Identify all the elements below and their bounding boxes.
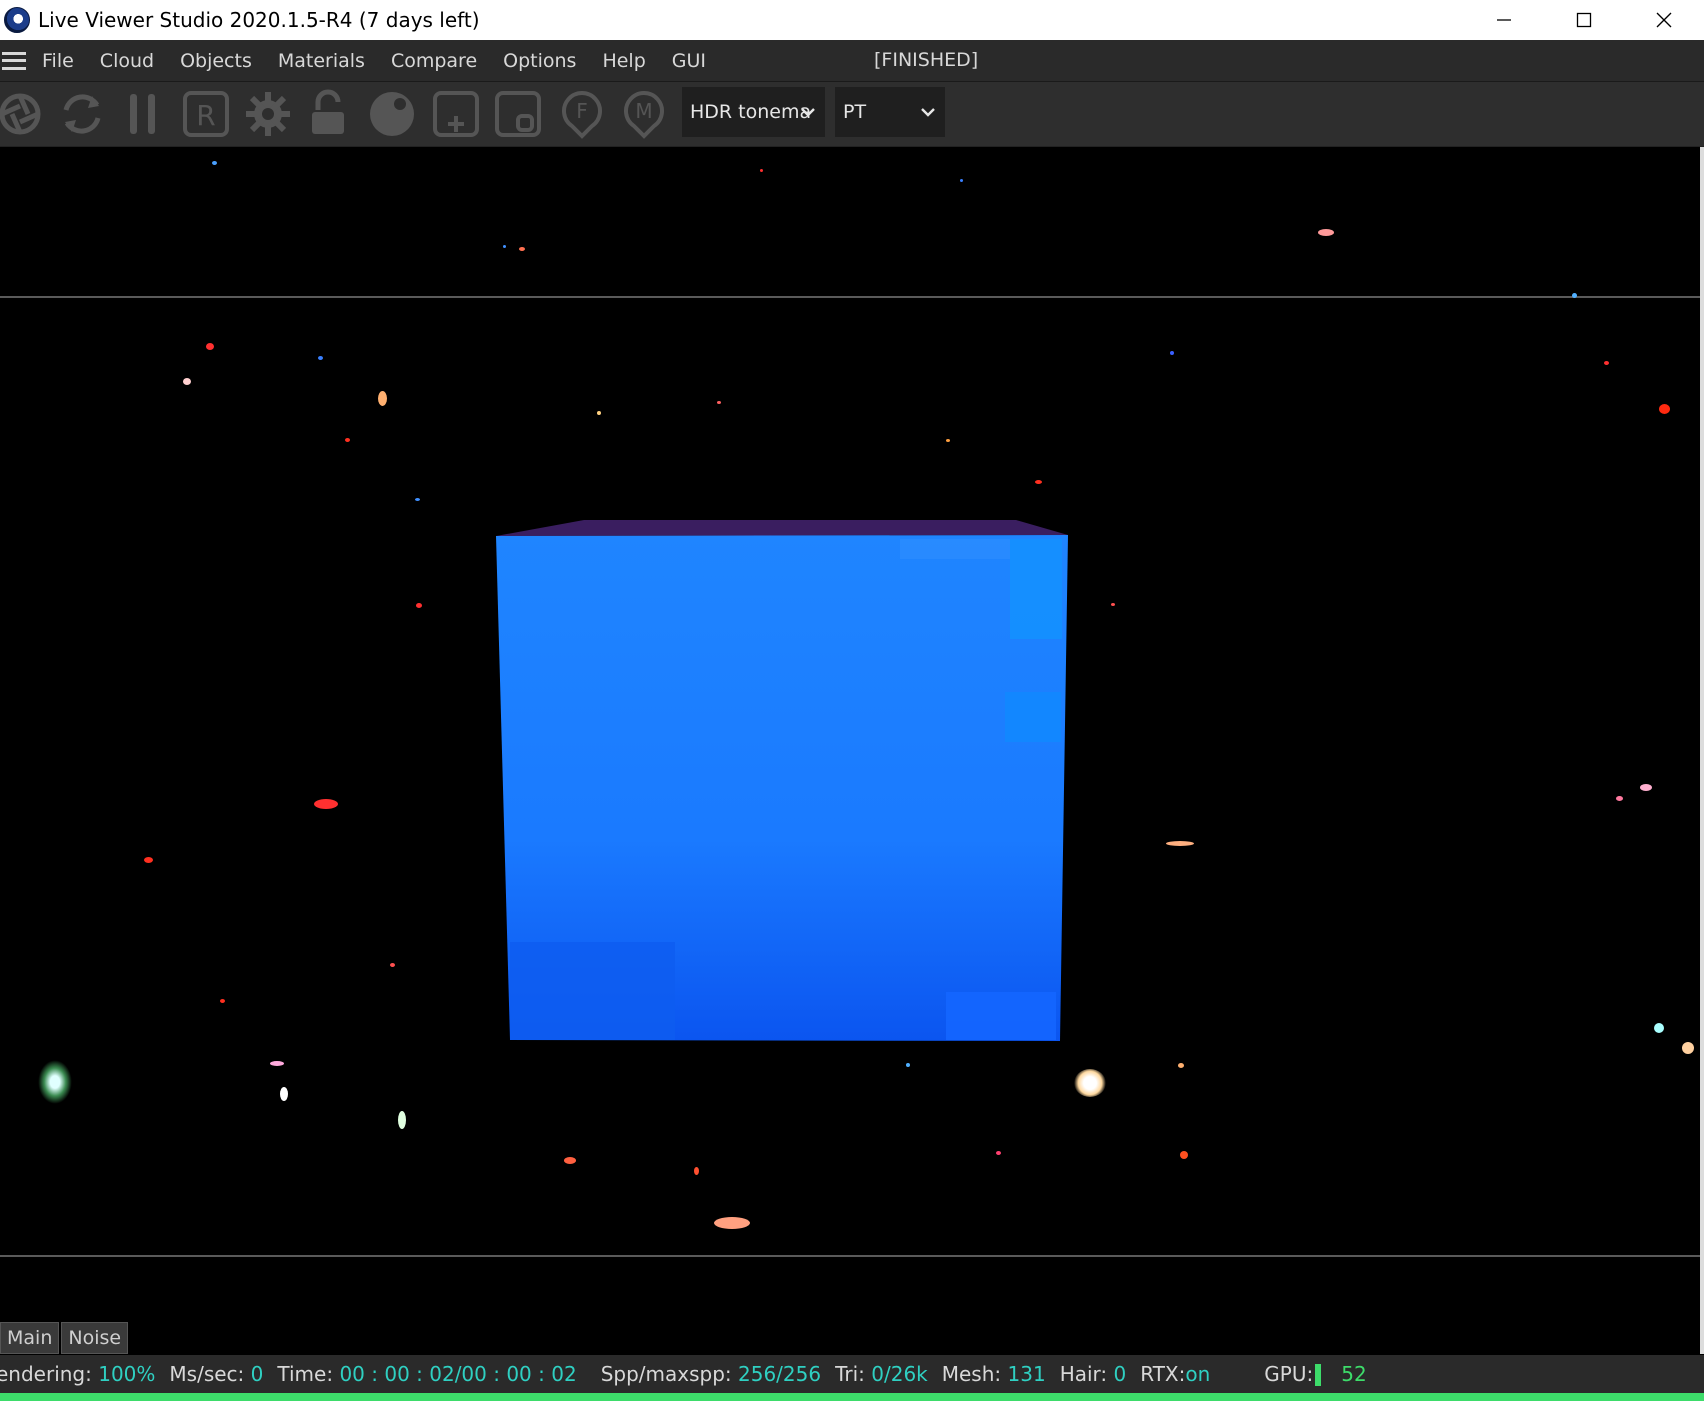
toolbar: R F M HDR tonema PT [0,82,1704,147]
f-pin-icon: F [562,91,602,139]
progress-strip [0,1393,1704,1401]
tonemap-select-value: HDR tonema [690,101,812,123]
object-box-button[interactable] [492,88,544,140]
chevron-down-icon [921,108,935,117]
rendered-cube [496,520,1068,1041]
status-gpu: GPU: 52 [1264,1361,1367,1387]
status-rendering: endering: 100% [0,1362,156,1386]
menu-cloud[interactable]: Cloud [100,50,154,72]
viewport-scrollbar[interactable] [1700,147,1704,1354]
region-render-button[interactable]: R [180,88,232,140]
kernel-select[interactable]: PT [835,87,945,137]
menu-compare[interactable]: Compare [391,50,477,72]
gpu-usage-bar [1315,1364,1322,1387]
close-button[interactable] [1624,0,1704,40]
svg-text:M: M [635,99,652,123]
status-hair: Hair: 0 [1059,1362,1127,1386]
render-status-label: [FINISHED] [874,49,979,71]
r-box-icon: R [183,91,229,137]
gear-icon [246,92,290,136]
aperture-button[interactable] [0,88,46,140]
status-bar: endering: 100% Ms/sec: 0 Time: 00 : 00 :… [0,1355,1704,1393]
lock-button[interactable] [304,88,356,140]
status-time: Time: 00 : 00 : 02/00 : 00 : 02 [277,1362,577,1386]
menu-objects[interactable]: Objects [180,50,252,72]
pause-icon [130,94,155,134]
svg-text:F: F [576,99,588,123]
refresh-button[interactable] [56,88,108,140]
status-spp: Spp/maxspp: 256/256 [600,1362,822,1386]
status-mesh: Mesh: 131 [941,1362,1046,1386]
render-viewport[interactable]: Main Noise [0,147,1700,1354]
panel-tabs: Main Noise [0,1322,130,1354]
menu-file[interactable]: File [42,50,74,72]
svg-text:R: R [196,99,215,132]
menu-options[interactable]: Options [503,50,576,72]
tonemap-select[interactable]: HDR tonema [682,87,825,137]
menu-gui[interactable]: GUI [672,50,706,72]
menu-materials[interactable]: Materials [278,50,365,72]
maximize-icon [1576,12,1592,28]
menu-bar: File Cloud Objects Materials Compare Opt… [0,40,1704,82]
pause-button[interactable] [118,88,170,140]
sphere-icon [370,92,414,136]
maximize-button[interactable] [1544,0,1624,40]
focus-pick-button[interactable]: F [556,88,608,140]
minimize-icon [1497,19,1511,21]
tab-noise[interactable]: Noise [61,1322,129,1354]
status-rtx: RTX:on [1140,1362,1211,1386]
material-preview-button[interactable] [366,88,418,140]
status-tri: Tri: 0/26k [835,1362,928,1386]
settings-button[interactable] [242,88,294,140]
plus-box-icon [433,91,479,137]
minimize-button[interactable] [1464,0,1544,40]
close-icon [1656,12,1672,28]
window-title: Live Viewer Studio 2020.1.5-R4 (7 days l… [38,8,480,32]
hamburger-menu-icon[interactable] [2,51,26,70]
o-box-icon [495,91,541,137]
menu-help[interactable]: Help [602,50,645,72]
status-mssec: Ms/sec: 0 [169,1362,264,1386]
tab-main[interactable]: Main [0,1322,60,1354]
m-pin-icon: M [624,91,664,139]
app-logo-icon [4,7,30,33]
kernel-select-value: PT [843,101,867,123]
rendering-progress-value: 100% [98,1362,156,1386]
material-pick-button[interactable]: M [618,88,670,140]
chevron-down-icon [801,108,815,117]
window-controls [1464,0,1704,40]
unlock-icon [312,89,344,134]
refresh-icon [63,94,101,134]
title-bar: Live Viewer Studio 2020.1.5-R4 (7 days l… [0,0,1704,40]
aperture-icon [0,93,41,135]
add-object-button[interactable] [430,88,482,140]
